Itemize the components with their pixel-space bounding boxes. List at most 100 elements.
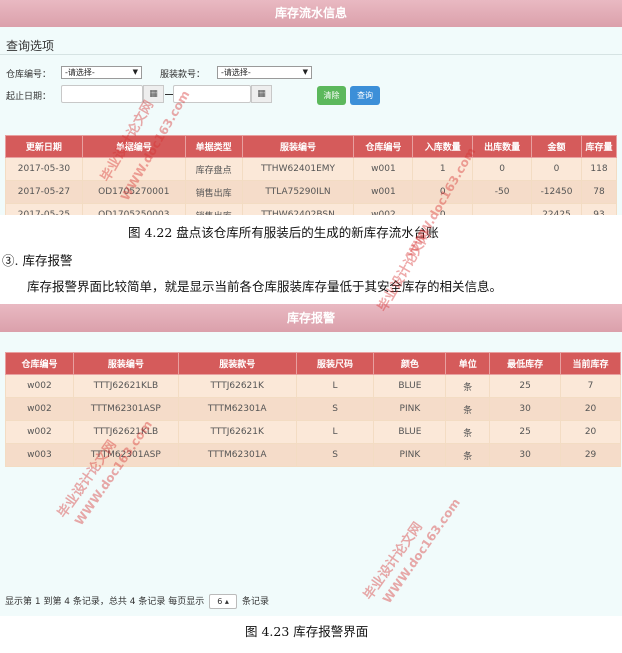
table-cell: TTHW62401EMY (241, 157, 355, 181)
table-cell: 条 (445, 443, 491, 467)
table-cell: 118 (580, 157, 618, 181)
table-cell: -50 (472, 180, 533, 204)
inventory-flow-table: 更新日期 单据编号 单据类型 服装编号 仓库编号 入库数量 出库数量 金额 库存… (5, 135, 618, 215)
table-cell: 销售出库 (184, 180, 243, 204)
table-row[interactable]: w003 TTTM62301ASP TTTM62301A S PINK 条 30… (5, 443, 621, 467)
page-size-value: 6 (217, 597, 223, 606)
table-cell: w002 (5, 420, 74, 444)
column-header[interactable]: 仓库编号 (353, 135, 414, 158)
table-cell: 条 (445, 374, 491, 398)
table-row[interactable]: w002 TTTJ62621KLB TTTJ62621K L BLUE 条 25… (5, 420, 621, 444)
warehouse-select[interactable]: -请选择- ▼ (61, 66, 142, 79)
figure-caption-4-22: 图 4.22 盘点该仓库所有服装后的生成的新库存流水台账 (128, 225, 439, 240)
table-cell: PINK (373, 397, 447, 421)
table-cell: 2017-05-27 (5, 180, 83, 204)
column-header[interactable]: 最低库存 (489, 352, 562, 375)
table-cell: w001 (353, 157, 414, 181)
table-cell: L (295, 420, 375, 444)
inventory-flow-screenshot: 库存流水信息 查询选项 仓库编号： -请选择- ▼ 服装款号： -请选择- ▼ … (0, 0, 622, 215)
query-button[interactable]: 查询 (350, 86, 380, 105)
table-cell (472, 203, 533, 215)
column-header[interactable]: 单据编号 (81, 135, 186, 158)
table-cell: 0 (472, 157, 533, 181)
table-header-row: 仓库编号 服装编号 服装款号 服装尺码 颜色 单位 最低库存 当前库存 (5, 352, 621, 375)
table-cell: TTTM62301A (177, 397, 297, 421)
start-date-input[interactable] (61, 85, 143, 103)
page-title: 库存流水信息 (0, 0, 622, 27)
calendar-icon[interactable]: ▦ (251, 85, 272, 103)
table-cell: -12450 (531, 180, 582, 204)
table-cell: TTTJ62621KLB (72, 374, 179, 398)
table-cell: BLUE (373, 374, 447, 398)
table-cell: 销售出库 (184, 203, 243, 215)
table-cell: S (295, 443, 375, 467)
table-row[interactable]: 2017-05-27 OD1705270001 销售出库 TTLA75290IL… (5, 180, 618, 204)
date-range-label: 起止日期： (6, 92, 52, 102)
pagination-suffix: 条记录 (241, 597, 269, 607)
table-cell: w002 (5, 374, 74, 398)
table-cell: TTTJ62621K (177, 420, 297, 444)
section-heading: ③. 库存报警 (2, 253, 73, 268)
table-cell: TTTM62301ASP (72, 397, 179, 421)
caret-up-icon: ▴ (224, 597, 229, 606)
column-header[interactable]: 库存量 (580, 135, 618, 158)
style-select-value: -请选择- (221, 68, 251, 77)
table-cell: 25 (489, 374, 562, 398)
column-header[interactable]: 服装编号 (241, 135, 355, 158)
table-cell: 条 (445, 420, 491, 444)
column-header[interactable]: 更新日期 (5, 135, 83, 158)
stock-alert-table: 仓库编号 服装编号 服装款号 服装尺码 颜色 单位 最低库存 当前库存 w002… (5, 352, 621, 467)
column-header[interactable]: 单位 (445, 352, 491, 375)
column-header[interactable]: 出库数量 (472, 135, 533, 158)
table-cell: 78 (580, 180, 618, 204)
table-cell: OD1705270001 (81, 180, 186, 204)
column-header[interactable]: 单据类型 (184, 135, 243, 158)
table-cell: 2017-05-30 (5, 157, 83, 181)
column-header[interactable]: 当前库存 (560, 352, 621, 375)
table-cell: PINK (373, 443, 447, 467)
column-header[interactable]: 金额 (531, 135, 582, 158)
style-label: 服装款号： (160, 70, 206, 80)
warehouse-label: 仓库编号： (6, 70, 52, 80)
divider (0, 54, 622, 55)
table-cell: 29 (560, 443, 621, 467)
table-cell: 93 (580, 203, 618, 215)
table-cell: 30 (489, 443, 562, 467)
clear-button[interactable]: 清除 (317, 86, 346, 105)
table-cell: w001 (353, 180, 414, 204)
table-cell: TTTM62301A (177, 443, 297, 467)
pagination-info: 显示第 1 到第 4 条记录，总共 4 条记录 每页显示 6 ▴ 条记录 (5, 594, 269, 609)
table-cell: 条 (445, 397, 491, 421)
table-cell: TTTJ62621K (177, 374, 297, 398)
table-cell: 0 (412, 180, 474, 204)
style-select[interactable]: -请选择- ▼ (217, 66, 312, 79)
column-header[interactable]: 仓库编号 (5, 352, 74, 375)
table-cell: w002 (353, 203, 414, 215)
calendar-icon[interactable]: ▦ (143, 85, 164, 103)
pagination-text: 显示第 1 到第 4 条记录，总共 4 条记录 每页显示 (5, 597, 205, 607)
column-header[interactable]: 入库数量 (412, 135, 474, 158)
table-cell: w002 (5, 397, 74, 421)
end-date-input[interactable] (173, 85, 251, 103)
table-row[interactable]: 2017-05-25 OD1705250003 销售出库 TTHW62402BS… (5, 203, 618, 215)
table-cell: 库存盘点 (184, 157, 243, 181)
table-cell: 2017-05-25 (5, 203, 83, 215)
column-header[interactable]: 服装编号 (72, 352, 179, 375)
warehouse-select-value: -请选择- (65, 68, 95, 77)
table-cell: TTLA75290ILN (241, 180, 355, 204)
table-cell: S (295, 397, 375, 421)
table-cell: L (295, 374, 375, 398)
table-row[interactable]: w002 TTTM62301ASP TTTM62301A S PINK 条 30… (5, 397, 621, 421)
table-row[interactable]: w002 TTTJ62621KLB TTTJ62621K L BLUE 条 25… (5, 374, 621, 398)
table-cell (81, 157, 186, 181)
page-size-select[interactable]: 6 ▴ (209, 594, 238, 609)
table-header-row: 更新日期 单据编号 单据类型 服装编号 仓库编号 入库数量 出库数量 金额 库存… (5, 135, 618, 158)
figure-caption-4-23: 图 4.23 库存报警界面 (245, 624, 369, 639)
table-row[interactable]: 2017-05-30 库存盘点 TTHW62401EMY w001 1 0 0 … (5, 157, 618, 181)
query-section-title: 查询选项 (6, 39, 55, 53)
table-cell: 0 (412, 203, 474, 215)
column-header[interactable]: 服装款号 (177, 352, 297, 375)
table-cell: 20 (560, 397, 621, 421)
column-header[interactable]: 颜色 (373, 352, 447, 375)
column-header[interactable]: 服装尺码 (295, 352, 375, 375)
